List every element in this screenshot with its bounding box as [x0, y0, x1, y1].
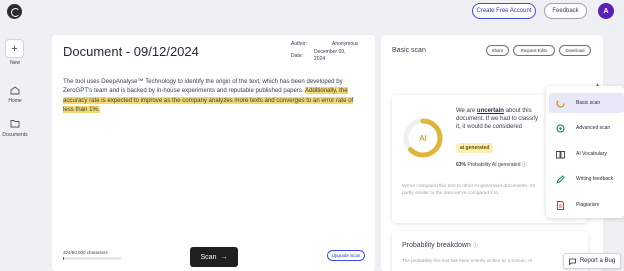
author-value: Anonymous: [332, 41, 359, 47]
menu-item-advanced-scan[interactable]: Advanced scan: [549, 118, 624, 138]
probability-line: 63% Probability AI generated ⓘ: [456, 161, 527, 168]
folder-icon[interactable]: [10, 119, 20, 128]
top-bar: Create Free Account Feedback A: [0, 0, 624, 26]
request-edits-button[interactable]: Request Edits: [513, 45, 555, 56]
date-value-line2: 2024: [314, 56, 326, 62]
create-account-button[interactable]: Create Free Account: [472, 3, 536, 19]
home-label[interactable]: Home: [0, 98, 30, 104]
book-icon: [556, 150, 565, 158]
author-label: Author:: [291, 41, 308, 47]
documents-label[interactable]: Documents: [0, 132, 30, 138]
new-button[interactable]: +: [5, 39, 24, 58]
arrow-right-icon: →: [220, 253, 228, 261]
menu-item-label: AI Vocabulary: [576, 151, 607, 157]
breakdown-card: Probability breakdown ⓘ The probability …: [392, 231, 588, 271]
document-panel: Document - 09/12/2024 Author: Anonymous …: [52, 35, 375, 271]
info-icon[interactable]: ⓘ: [473, 243, 478, 249]
menu-item-label: Plagiarism: [576, 202, 600, 208]
plus-icon: +: [11, 42, 18, 55]
menu-item-label: Basic scan: [576, 100, 601, 106]
scan-label: Scan: [200, 253, 217, 261]
comparison-text: We've compared this text to other AI-gen…: [402, 184, 536, 196]
document-text-plain: The tool uses DeepAnalyse™ Technology to…: [63, 78, 343, 95]
ring-label: AI: [419, 133, 427, 143]
scan-type-menu: Basic scan Advanced scan AI Vocabulary W…: [546, 86, 624, 218]
new-label: New: [9, 60, 20, 66]
home-icon[interactable]: [10, 86, 20, 95]
breakdown-text: The probability this text has been entir…: [402, 258, 533, 263]
menu-item-ai-vocabulary[interactable]: AI Vocabulary: [549, 144, 624, 164]
scan-title: Basic scan: [392, 47, 426, 54]
uncertain-link[interactable]: uncertain: [477, 108, 504, 114]
avatar[interactable]: A: [598, 3, 614, 19]
menu-item-label: Writing feedback: [576, 176, 614, 182]
document-title: Document - 09/12/2024: [63, 44, 199, 59]
breakdown-title: Probability breakdown ⓘ: [402, 242, 478, 249]
menu-item-writing-feedback[interactable]: Writing feedback: [549, 169, 624, 189]
character-count: 324/50,000 characters: [63, 250, 108, 255]
advanced-scan-icon: [556, 123, 565, 133]
document-text[interactable]: The tool uses DeepAnalyse™ Technology to…: [63, 77, 363, 114]
app-logo[interactable]: [7, 4, 22, 19]
probability-text: Probability AI generated: [466, 162, 521, 168]
menu-item-plagiarism[interactable]: Plagiarism: [549, 195, 624, 215]
upgrade-scan-button[interactable]: Upgrade Scan: [327, 250, 365, 261]
character-progress-fill: [63, 257, 64, 260]
menu-item-basic-scan[interactable]: Basic scan: [549, 93, 624, 113]
download-button[interactable]: Download: [559, 45, 591, 56]
classification-text: We are uncertain about this document. If…: [456, 107, 544, 131]
probability-value: 63%: [456, 162, 467, 168]
scan-button[interactable]: Scan →: [190, 247, 238, 267]
unsure-prefix: We are: [456, 108, 477, 114]
menu-item-label: Advanced scan: [576, 125, 611, 131]
left-rail: + New Home Documents: [0, 26, 30, 271]
report-bug-label: Report a Bug: [579, 258, 616, 264]
share-button[interactable]: Share: [486, 45, 509, 56]
basic-scan-icon: [556, 98, 565, 108]
document-icon: [557, 200, 564, 210]
info-icon[interactable]: ⓘ: [522, 162, 527, 168]
pencil-icon: [556, 174, 565, 184]
feedback-button[interactable]: Feedback: [544, 3, 587, 19]
report-bug-button[interactable]: Report a Bug: [563, 253, 621, 269]
bug-report-icon: [568, 258, 576, 265]
character-progress-bar: [63, 257, 121, 260]
status-badge: ai generated: [456, 143, 494, 153]
date-label: Date:: [291, 53, 303, 59]
date-value-line1: December 09,: [314, 49, 346, 55]
